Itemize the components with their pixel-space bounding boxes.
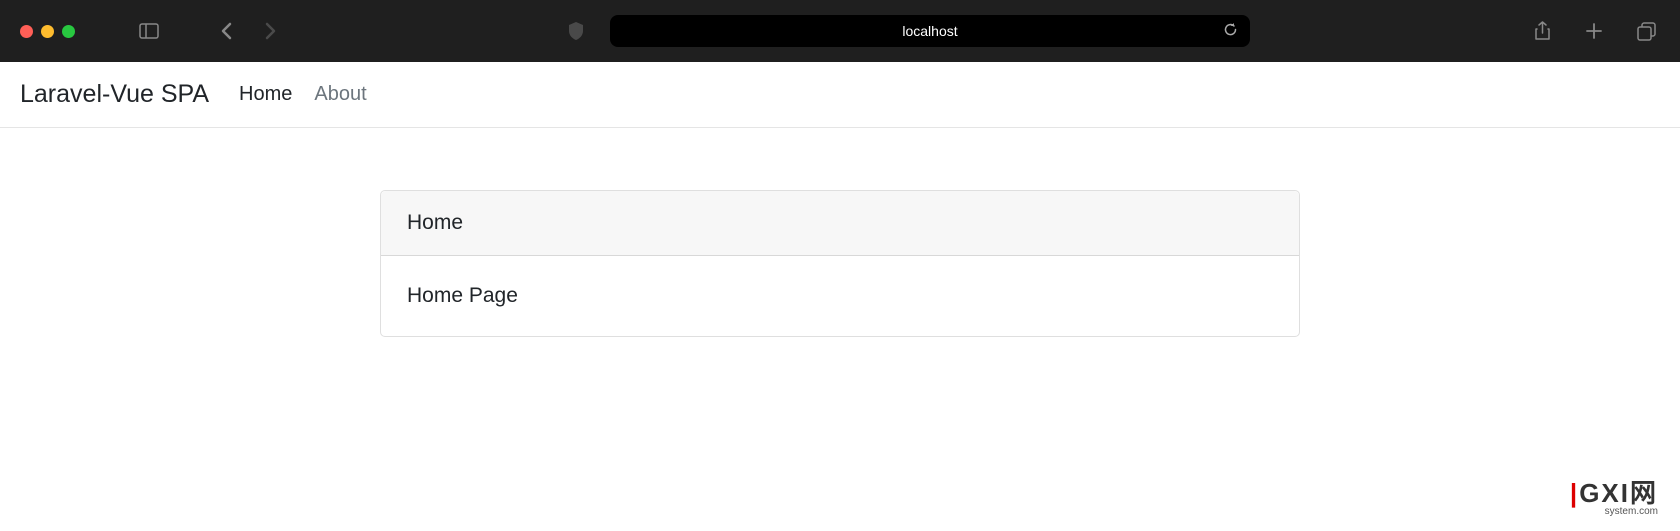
privacy-shield-icon[interactable]	[562, 17, 590, 45]
back-button[interactable]	[213, 17, 241, 45]
reload-button[interactable]	[1223, 22, 1238, 40]
card-header: Home	[381, 191, 1299, 256]
toolbar-right	[1528, 17, 1660, 45]
nav-link-home[interactable]: Home	[239, 83, 292, 106]
close-window-button[interactable]	[20, 25, 33, 38]
app-navbar: Laravel-Vue SPA Home About	[0, 62, 1680, 128]
nav-links: Home About	[239, 83, 367, 106]
minimize-window-button[interactable]	[41, 25, 54, 38]
forward-button[interactable]	[256, 17, 284, 45]
address-bar[interactable]: localhost	[610, 15, 1250, 47]
watermark-main: |GXI网	[1570, 478, 1658, 508]
watermark: |GXI网 system.com	[1570, 473, 1658, 517]
content-card: Home Home Page	[380, 190, 1300, 337]
share-icon[interactable]	[1528, 17, 1556, 45]
window-controls	[20, 25, 75, 38]
brand-link[interactable]: Laravel-Vue SPA	[20, 80, 209, 109]
tabs-overview-icon[interactable]	[1632, 17, 1660, 45]
url-text: localhost	[902, 23, 957, 39]
main-container: Home Home Page	[380, 190, 1300, 337]
navigation-buttons	[213, 17, 284, 45]
maximize-window-button[interactable]	[62, 25, 75, 38]
sidebar-toggle-icon[interactable]	[135, 17, 163, 45]
nav-link-about[interactable]: About	[314, 83, 366, 106]
browser-toolbar: localhost	[0, 0, 1680, 62]
address-bar-area: localhost	[304, 15, 1508, 47]
card-body: Home Page	[381, 256, 1299, 336]
new-tab-icon[interactable]	[1580, 17, 1608, 45]
